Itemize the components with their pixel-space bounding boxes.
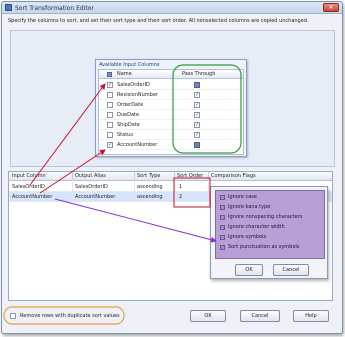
flags-ok-button[interactable]: OK <box>235 264 263 276</box>
column-checkbox[interactable] <box>107 102 113 108</box>
app-icon <box>5 4 12 11</box>
input-column-header: Input Column <box>12 173 46 179</box>
column-checkbox[interactable] <box>107 92 113 98</box>
sort-type-header: Sort Type <box>137 173 161 179</box>
cell-separator <box>208 192 209 202</box>
available-input-columns: Available Input Columns Name Pass Throug… <box>95 59 247 157</box>
comparison-flags-header: Comparison Flags <box>211 173 256 179</box>
sort-order-cell[interactable]: 2 <box>179 194 182 200</box>
remove-duplicates-label: Remove rows with duplicate sort values <box>20 313 120 319</box>
available-column-row[interactable]: DueDate <box>99 110 243 120</box>
column-checkbox[interactable] <box>107 122 113 128</box>
available-column-row[interactable]: RevisionNumber <box>99 90 243 100</box>
comparison-flag-option[interactable]: Sort punctuation as symbols <box>218 243 322 252</box>
flag-label: Ignore nonspacing characters <box>228 214 303 220</box>
header-separator <box>72 172 73 181</box>
title-bar: Sort Transformation Editor ✕ <box>2 2 342 14</box>
flag-label: Ignore kana type <box>228 204 271 210</box>
grid-header: Input Column Output Alias Sort Type Sort… <box>9 172 332 181</box>
flag-label: Ignore symbols <box>228 234 267 240</box>
cell-separator <box>134 192 135 202</box>
comparison-flag-option[interactable]: Ignore kana type <box>218 203 322 212</box>
flag-checkbox[interactable] <box>220 225 225 230</box>
help-button[interactable]: Help <box>293 310 329 322</box>
comparison-flag-option[interactable]: Ignore symbols <box>218 233 322 242</box>
sort-order-cell[interactable]: 1 <box>179 184 182 190</box>
pass-through-checkbox[interactable] <box>194 102 200 108</box>
column-name: AccountNumber <box>117 142 158 148</box>
flag-label: Ignore case <box>228 194 257 200</box>
flag-checkbox[interactable] <box>220 245 225 250</box>
pass-through-checkbox[interactable] <box>194 132 200 138</box>
cell-separator <box>72 192 73 202</box>
input-column-cell[interactable]: SalesOrderID <box>12 184 45 190</box>
available-column-row[interactable]: Status <box>99 130 243 140</box>
column-checkbox[interactable] <box>107 132 113 138</box>
flag-label: Ignore character width <box>228 224 285 230</box>
available-columns-title: Available Input Columns <box>99 62 160 68</box>
input-column-cell[interactable]: AccountNumber <box>12 194 52 200</box>
column-checkbox[interactable] <box>107 82 113 88</box>
pass-through-checkbox[interactable] <box>194 142 200 148</box>
flag-checkbox[interactable] <box>220 235 225 240</box>
column-name: SalesOrderID <box>117 82 150 88</box>
comparison-flags-popup: Ignore case Ignore kana type Ignore nons… <box>210 186 328 279</box>
ok-button[interactable]: OK <box>190 310 226 322</box>
column-checkbox[interactable] <box>107 112 113 118</box>
instruction-text: Specify the columns to sort, and set the… <box>8 18 309 24</box>
remove-duplicates-checkbox[interactable] <box>10 313 16 319</box>
window-title: Sort Transformation Editor <box>15 5 94 12</box>
available-column-row[interactable]: OrderDate <box>99 100 243 110</box>
comparison-flag-option[interactable]: Ignore character width <box>218 223 322 232</box>
close-button[interactable]: ✕ <box>323 3 339 12</box>
name-column-header: Name <box>117 71 132 77</box>
pass-through-checkbox[interactable] <box>194 122 200 128</box>
pass-through-column-header: Pass Through <box>182 71 216 77</box>
cell-separator <box>208 182 209 192</box>
cell-separator <box>174 182 175 192</box>
header-separator <box>134 172 135 181</box>
sort-order-header: Sort Order <box>177 173 204 179</box>
output-alias-cell[interactable]: AccountNumber <box>75 194 115 200</box>
column-name: RevisionNumber <box>117 92 158 98</box>
pass-through-checkbox[interactable] <box>194 92 200 98</box>
sort-type-cell[interactable]: ascending <box>137 184 163 190</box>
flag-label: Sort punctuation as symbols <box>228 244 300 250</box>
cell-separator <box>174 192 175 202</box>
comparison-flags-list: Ignore case Ignore kana type Ignore nons… <box>215 190 325 259</box>
pass-through-checkbox[interactable] <box>194 82 200 88</box>
pass-through-checkbox[interactable] <box>194 112 200 118</box>
available-column-row[interactable]: AccountNumber <box>99 140 243 150</box>
cancel-button[interactable]: Cancel <box>240 310 280 322</box>
available-column-row[interactable]: ShipDate <box>99 120 243 130</box>
select-all-checkbox[interactable] <box>107 72 112 77</box>
available-columns-list: Name Pass Through SalesOrderID RevisionN… <box>98 69 244 155</box>
flag-checkbox[interactable] <box>220 205 225 210</box>
comparison-flag-option[interactable]: Ignore nonspacing characters <box>218 213 322 222</box>
column-name: OrderDate <box>117 102 144 108</box>
comparison-flag-option[interactable]: Ignore case <box>218 193 322 202</box>
column-name: Status <box>117 132 133 138</box>
header-separator <box>174 172 175 181</box>
column-name: ShipDate <box>117 122 140 128</box>
output-alias-header: Output Alias <box>75 173 106 179</box>
flag-checkbox[interactable] <box>220 215 225 220</box>
column-checkbox[interactable] <box>107 142 113 148</box>
cell-separator <box>134 182 135 192</box>
flags-cancel-button[interactable]: Cancel <box>273 264 309 276</box>
column-name: DueDate <box>117 112 140 118</box>
available-columns-header: Name Pass Through <box>99 70 243 79</box>
cell-separator <box>72 182 73 192</box>
output-alias-cell[interactable]: SalesOrderID <box>75 184 108 190</box>
header-separator <box>208 172 209 181</box>
sort-type-cell[interactable]: ascending <box>137 194 163 200</box>
available-column-row[interactable]: SalesOrderID <box>99 80 243 90</box>
flag-checkbox[interactable] <box>220 195 225 200</box>
